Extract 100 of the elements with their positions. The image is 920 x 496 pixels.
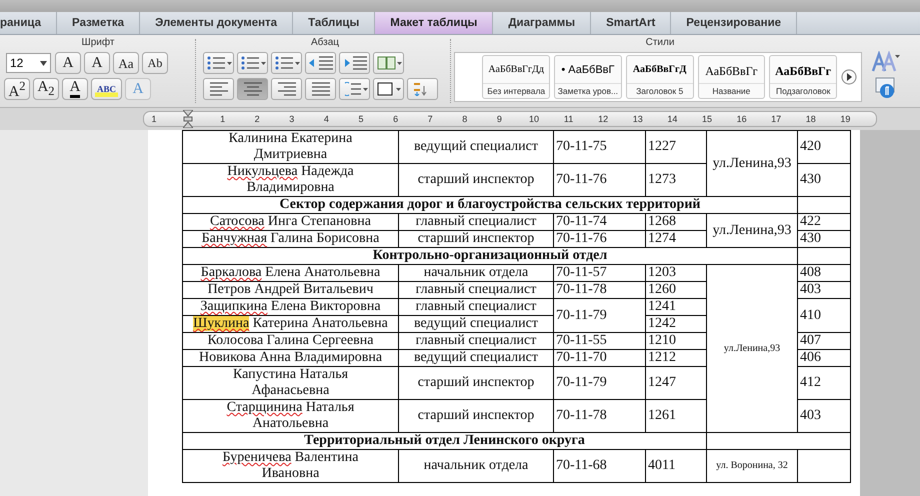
position-cell: главный специалист	[398, 298, 554, 316]
position-cell: старший инспектор	[398, 400, 554, 432]
extension-cell: 1212	[646, 350, 706, 366]
change-case-button[interactable]: Aa	[113, 52, 139, 74]
extension-cell: 1203	[646, 264, 706, 282]
border-icon	[376, 82, 402, 96]
name-cell: Петров Андрей Витальевич	[182, 282, 398, 298]
ribbon-tab[interactable]: Макет таблицы	[375, 12, 494, 34]
room-cell: 422	[798, 214, 850, 230]
font-size-field[interactable]: 12	[6, 53, 51, 73]
group-label: Стили	[646, 37, 674, 48]
phone-cell: 70-11-68	[554, 450, 646, 482]
name-cell: Старщинина Наталья Анатольевна	[182, 400, 398, 432]
name-cell: Буреничева Валентина Ивановна	[182, 450, 398, 482]
numbering-button[interactable]	[237, 52, 268, 74]
phone-cell: 70-11-70	[554, 350, 646, 366]
extension-cell: 1260	[646, 282, 706, 298]
style-item[interactable]: • АаБбВвГ Заметка уров...	[554, 55, 622, 99]
ruler-number: 4	[324, 113, 329, 126]
shrink-font-button[interactable]: A	[84, 52, 110, 74]
ruler-number: 7	[428, 113, 433, 126]
borders-button[interactable]	[373, 78, 404, 100]
change-styles-icon[interactable]	[871, 51, 901, 73]
justify-button[interactable]	[305, 78, 336, 100]
phone-cell: 70-11-79	[554, 298, 646, 332]
room-cell: 420	[798, 130, 850, 164]
room-cell: 412	[798, 366, 850, 400]
ribbon-tab[interactable]: Рецензирование	[671, 12, 798, 34]
position-cell: старший инспектор	[398, 366, 554, 400]
style-item[interactable]: АаБбВвГг Название	[698, 55, 766, 99]
address-cell: ул.Ленина,93	[706, 130, 798, 196]
dropdown-arrow-icon[interactable]	[40, 60, 47, 66]
grow-font-button[interactable]: A	[55, 52, 81, 74]
align-center-button[interactable]	[237, 78, 268, 100]
style-item[interactable]: АаБбВвГгДд Без интервала	[482, 55, 550, 99]
subscript-button[interactable]: A$_{2}$	[33, 78, 59, 100]
phone-cell: 70-11-78	[554, 400, 646, 432]
list-icon	[206, 56, 232, 70]
ruler-number: 16	[736, 113, 747, 126]
ruler-number: 8	[462, 113, 468, 126]
room-cell: 403	[798, 282, 850, 298]
superscript-button[interactable]: A$^{2}$	[4, 78, 30, 100]
room-cell: 410	[798, 298, 850, 332]
align-right-button[interactable]	[271, 78, 302, 100]
extension-cell: 1268	[646, 214, 706, 230]
ruler-number: 19	[840, 113, 850, 126]
phone-cell: 70-11-74	[554, 214, 646, 230]
ribbon-tab[interactable]: раница	[0, 12, 58, 34]
name-cell: Колосова Галина Сергеевна	[182, 332, 398, 350]
section-heading: Сектор содержания дорог и благоустройства сельских территорий	[182, 196, 798, 214]
extension-cell: 1242	[646, 316, 706, 332]
line-spacing-button[interactable]	[339, 78, 370, 100]
ribbon-tab[interactable]: Диаграммы	[493, 12, 592, 34]
outdent-button[interactable]	[305, 52, 336, 74]
position-cell: главный специалист	[398, 332, 554, 350]
room-cell: 403	[798, 400, 850, 432]
room-cell: 407	[798, 332, 850, 350]
ruler-number: 5	[358, 113, 364, 126]
ruler-number: 17	[771, 113, 782, 126]
name-cell: Шуклина Катерина Анатольевна	[182, 316, 398, 332]
ruler-number: 14	[667, 113, 678, 126]
phone-cell: 70-11-55	[554, 332, 646, 350]
bullets-button[interactable]	[203, 52, 234, 74]
address-cell: ул.Ленина,93	[706, 214, 798, 248]
multilevel-list-button[interactable]	[271, 52, 302, 74]
room-cell: 430	[798, 164, 850, 196]
name-cell: Банчужная Галина Борисовна	[182, 230, 398, 248]
phone-cell: 70-11-76	[554, 164, 646, 196]
extension-cell: 4011	[646, 450, 706, 482]
align-left-button[interactable]	[203, 78, 234, 100]
ribbon-tab[interactable]: Разметка	[57, 12, 140, 34]
name-cell: Сатосова Инга Степановна	[182, 214, 398, 230]
font-color-button[interactable]: A	[62, 78, 88, 100]
indent-button[interactable]	[339, 52, 370, 74]
ruler-number: 3	[289, 113, 294, 126]
extension-cell: 1210	[646, 332, 706, 350]
columns-button[interactable]	[373, 52, 404, 74]
ruler-number: 11	[564, 113, 574, 126]
name-cell: Баркалова Елена Анатольевна	[182, 264, 398, 282]
ribbon-tab[interactable]: SmartArt	[591, 12, 672, 34]
extension-cell: 1227	[646, 130, 706, 164]
indent-marker-icon[interactable]	[183, 110, 193, 128]
ruler-number: 9	[496, 113, 502, 126]
styles-pane-icon[interactable]	[875, 77, 897, 99]
ribbon-tab[interactable]: Элементы документа	[140, 12, 294, 34]
address-cell: ул. Воронина, 32	[706, 450, 798, 482]
phone-cell: 70-11-79	[554, 366, 646, 400]
position-cell: главный специалист	[398, 282, 554, 298]
ruler-number: 12	[598, 113, 608, 126]
style-item[interactable]: АаБбВвГгД Заголовок 5	[626, 55, 694, 99]
phone-cell: 70-11-76	[554, 230, 646, 248]
ruler-number: 1	[152, 113, 156, 126]
clear-format-button[interactable]: Ab	[142, 52, 168, 74]
extension-cell: 1241	[646, 298, 706, 316]
position-cell: старший инспектор	[398, 230, 554, 248]
next-icon[interactable]	[841, 69, 857, 85]
highlight-button[interactable]: ABC	[91, 78, 122, 100]
section-heading: Территориальный отдел Ленинского округа	[182, 432, 706, 450]
section-heading: Контрольно-организационный отдел	[182, 248, 798, 264]
style-item[interactable]: АаБбВвГг Подзаголовок	[769, 55, 837, 99]
